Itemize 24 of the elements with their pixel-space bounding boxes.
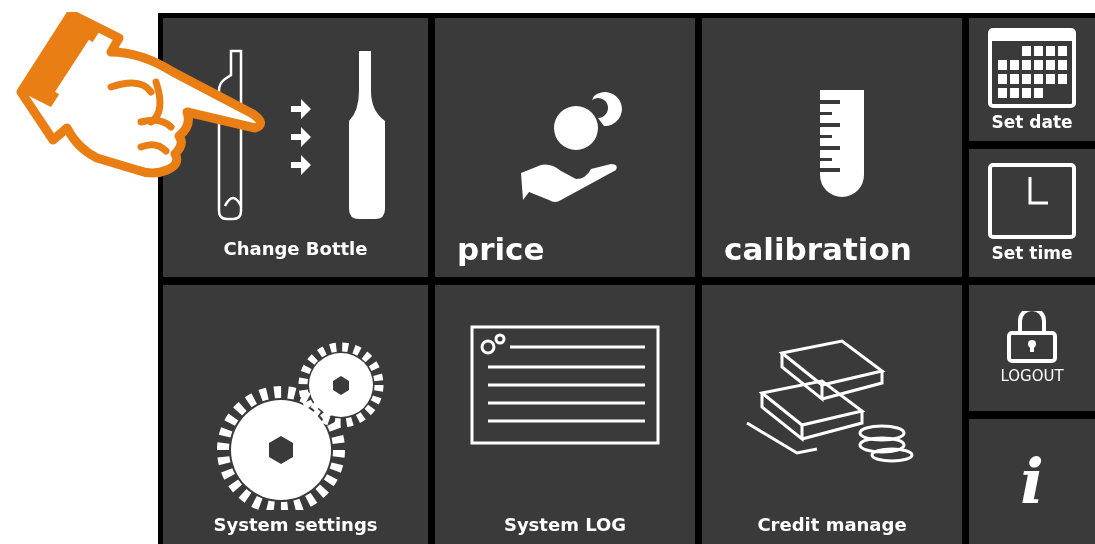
side-tile[interactable]: i xyxy=(969,419,1095,544)
menu-tile[interactable]: calibration xyxy=(702,18,962,277)
side-tile[interactable]: Set time xyxy=(969,149,1095,277)
tile-label: calibration xyxy=(724,231,912,267)
tile-label: Credit manage xyxy=(757,514,907,535)
side-label: LOGOUT xyxy=(1000,367,1064,385)
tile-label: System settings xyxy=(213,514,378,535)
side-tile[interactable]: LOGOUT xyxy=(969,285,1095,411)
menu-tile[interactable]: Change Bottle xyxy=(163,18,428,277)
tile-label: System LOG xyxy=(503,514,627,535)
log-sheet-icon xyxy=(470,325,660,445)
tile-label: price xyxy=(457,231,545,267)
side-tile[interactable]: Set date xyxy=(969,18,1095,141)
calendar-icon xyxy=(988,27,1076,108)
side-label: Set date xyxy=(991,111,1073,132)
menu-tile[interactable]: System LOG xyxy=(435,285,695,544)
clock-box-icon xyxy=(988,163,1076,239)
tile-label: Change Bottle xyxy=(223,238,368,259)
menu-tile[interactable]: Credit manage xyxy=(702,285,962,544)
menu-tile[interactable]: price xyxy=(435,18,695,277)
padlock-icon xyxy=(1007,311,1057,363)
info-icon: i xyxy=(1020,451,1044,513)
side-label: Set time xyxy=(991,243,1073,263)
menu-tile[interactable]: System settings xyxy=(163,285,428,544)
